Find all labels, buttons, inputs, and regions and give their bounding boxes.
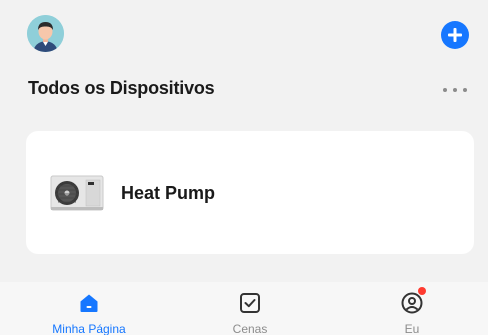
nav-label-me: Eu bbox=[404, 322, 420, 335]
nav-label-scenes: Cenas bbox=[232, 322, 268, 335]
home-icon bbox=[77, 291, 101, 315]
dot bbox=[463, 88, 467, 92]
nav-tab-home[interactable]: Minha Página bbox=[29, 282, 149, 335]
device-name: Heat Pump bbox=[121, 183, 216, 203]
add-device-button[interactable] bbox=[441, 21, 469, 49]
checkbox-icon bbox=[238, 291, 262, 315]
bottom-nav: Minha Página Cenas Eu bbox=[0, 282, 488, 335]
app-screen: Todos os Dispositivos Heat Pump Minha Pá… bbox=[0, 0, 488, 335]
dot bbox=[453, 88, 457, 92]
more-dots-icon[interactable] bbox=[441, 80, 469, 100]
heat-pump-unit-image bbox=[50, 173, 104, 213]
dot bbox=[443, 88, 447, 92]
device-card[interactable]: Heat Pump bbox=[26, 131, 474, 254]
nav-tab-scenes[interactable]: Cenas bbox=[190, 282, 310, 335]
nav-label-home: Minha Página bbox=[52, 322, 126, 335]
user-avatar-icon[interactable] bbox=[27, 15, 64, 52]
nav-tab-me[interactable]: Eu bbox=[352, 282, 472, 335]
page-title: Todos os Dispositivos bbox=[28, 78, 215, 98]
user-circle-icon bbox=[400, 287, 426, 315]
notification-dot bbox=[418, 287, 426, 295]
